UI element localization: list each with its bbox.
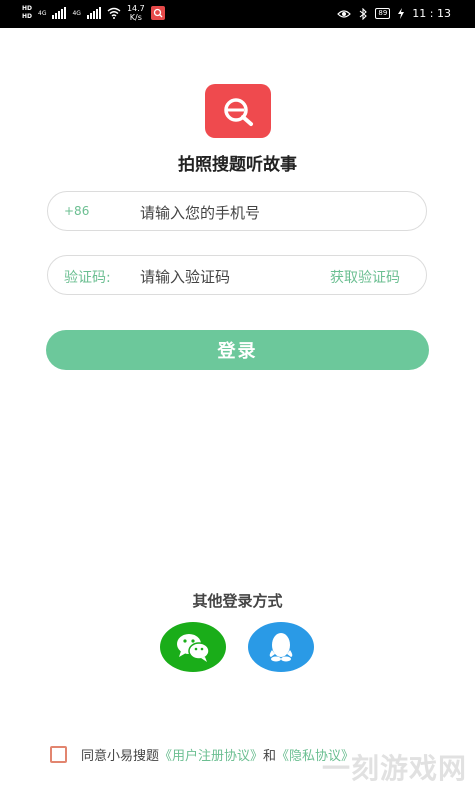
hd-label: HD	[22, 13, 33, 20]
network-speed: 14.7 K/s	[127, 4, 145, 22]
phone-placeholder: 请输入您的手机号	[140, 204, 261, 222]
charging-icon	[398, 8, 405, 19]
user-agreement-link[interactable]: 《用户注册协议》	[159, 745, 263, 764]
qq-login-button[interactable]	[248, 622, 314, 672]
other-login-title: 其他登录方式	[192, 592, 283, 610]
search-icon	[224, 98, 253, 126]
speed-value: 14.7	[126, 4, 145, 13]
signal-icon	[52, 7, 67, 19]
verification-code-placeholder: 请输入验证码	[140, 268, 231, 286]
bluetooth-icon	[360, 7, 368, 20]
speed-unit: K/s	[129, 13, 142, 22]
signal-icon	[86, 7, 101, 19]
agreement-checkbox[interactable]	[50, 746, 67, 763]
app-logo	[205, 84, 271, 138]
wechat-login-button[interactable]	[160, 622, 226, 672]
phone-input[interactable]: +86 请输入您的手机号	[47, 191, 427, 231]
agreement-row: 同意小易搜题 《用户注册协议》 和 《隐私协议》	[50, 745, 354, 764]
app-name: 拍照搜题听故事	[178, 155, 297, 175]
privacy-policy-link[interactable]: 《隐私协议》	[276, 745, 354, 764]
wechat-icon	[177, 634, 210, 662]
agreement-text: 同意小易搜题	[81, 749, 160, 764]
hd-label: HD	[22, 5, 33, 12]
qq-icon	[269, 633, 293, 662]
login-button[interactable]: 登录	[46, 330, 429, 370]
clock: 11 : 13	[412, 7, 451, 20]
network-type-label: 4G	[38, 9, 47, 17]
battery-icon: 89	[375, 8, 391, 19]
get-code-button[interactable]: 获取验证码	[330, 267, 400, 287]
wifi-icon	[107, 7, 121, 19]
hd-icon: HD HD	[22, 5, 32, 21]
verification-code-label: 验证码:	[64, 270, 111, 286]
status-bar-right: 89 11 : 13	[337, 7, 451, 20]
status-bar: HD HD 4G 4G 14.7 K/s 89 11: 13	[0, 0, 475, 28]
country-code: +86	[64, 204, 90, 218]
agreement-connector: 和	[263, 749, 277, 764]
verification-code-input[interactable]: 验证码: 请输入验证码 获取验证码	[47, 255, 427, 295]
eye-icon	[337, 9, 352, 18]
network-type-label: 4G	[72, 9, 81, 17]
app-notification-icon	[150, 6, 165, 20]
status-bar-left: HD HD 4G 4G 14.7 K/s	[22, 4, 165, 22]
